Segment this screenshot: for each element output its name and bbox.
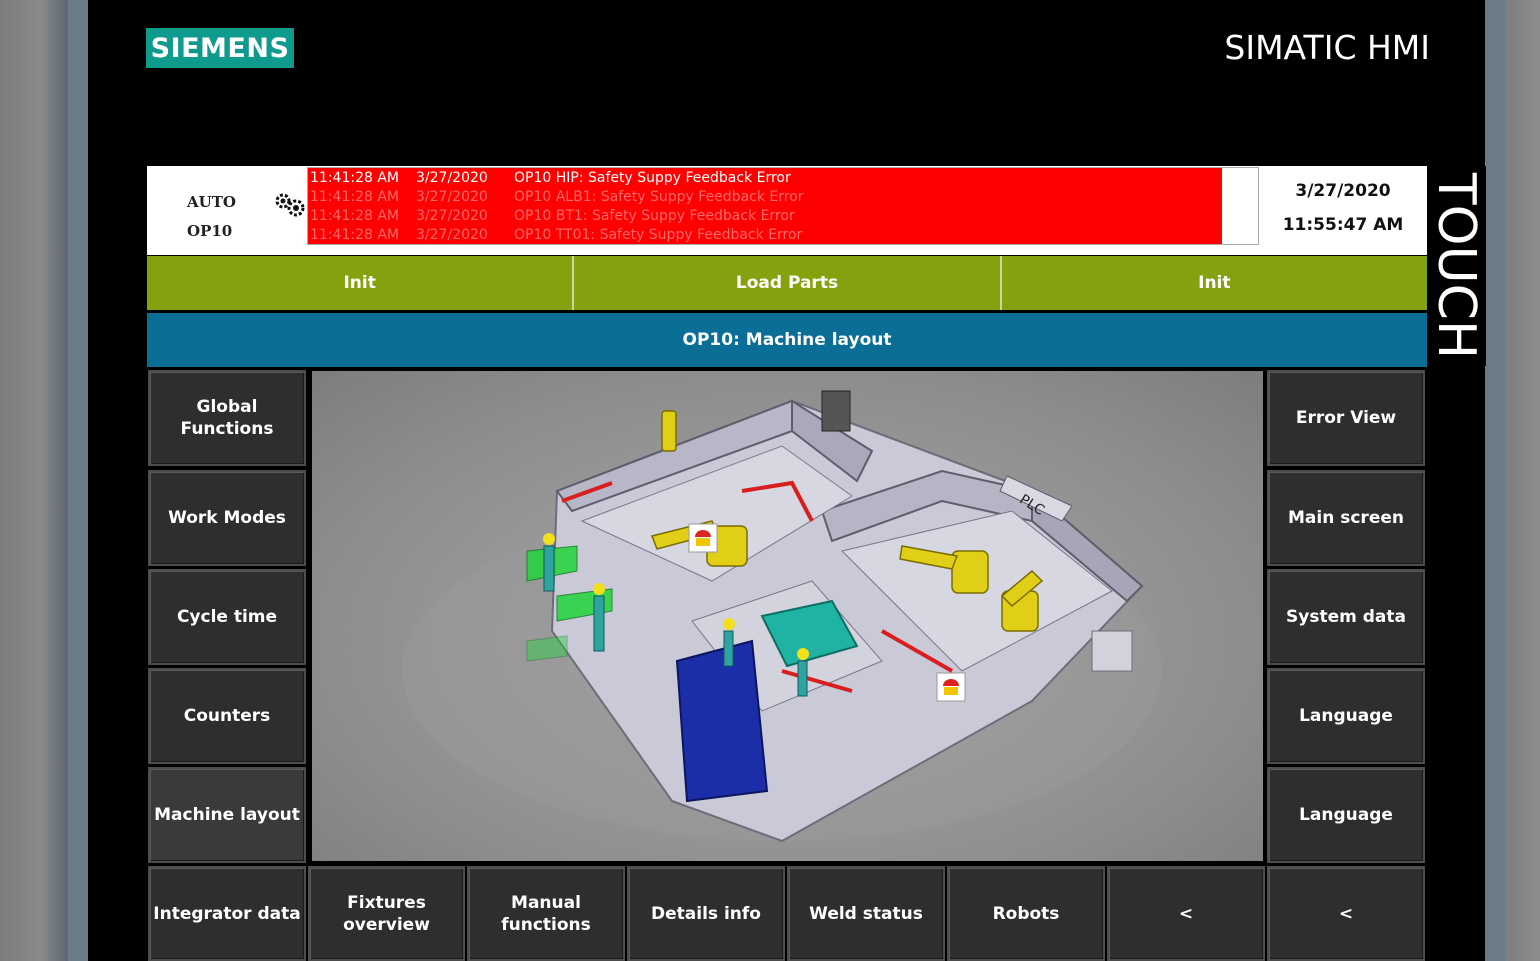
alarm-row[interactable]: 11:41:28 AM 3/27/2020 OP10 ALB1: Safety Su… [310,188,804,207]
machine-layout-view: PLC [312,371,1263,861]
fixtures-overview-button[interactable]: Fixtures overview [308,866,465,961]
system-data-button[interactable]: System data [1267,569,1425,665]
touch-label: TOUCH [1426,166,1486,366]
work-modes-button[interactable]: Work Modes [148,470,306,566]
manual-functions-button[interactable]: Manual functions [467,866,625,961]
date-time-display: 3/27/2020 11:55:47 AM [1259,166,1427,255]
cycle-time-button[interactable]: Cycle time [148,569,306,665]
simatic-hmi-label: SIMATIC HMI [1224,28,1430,67]
weld-status-button[interactable]: Weld status [787,866,945,961]
previous-page-button-2[interactable]: < [1267,866,1425,961]
language-button-2[interactable]: Language [1267,767,1425,863]
error-view-button[interactable]: Error View [1267,370,1425,466]
counters-button[interactable]: Counters [148,668,306,764]
init-button-2[interactable]: Init [1001,256,1427,310]
alarm-list[interactable]: 11:41:28 AM 3/27/2020 OP10 HIP: Safety Sup… [307,167,1259,245]
init-button[interactable]: Init [147,256,575,310]
time-display: 11:55:47 AM [1282,215,1404,235]
alarm-row[interactable]: 11:41:28 AM 3/27/2020 OP10 TT01: Safety Su… [310,226,802,245]
device-bezel-right [1485,0,1540,961]
screen-title: OP10: Machine layout [147,313,1427,367]
siemens-logo: SIEMENS [146,28,294,68]
action-bar: Init Load Parts Init [147,256,1427,310]
station-label: OP10 [187,222,233,240]
robots-button[interactable]: Robots [947,866,1105,961]
mode-indicator: AUTO OP10 [187,188,236,246]
date-display: 3/27/2020 [1295,181,1391,201]
mode-label: AUTO [187,193,236,211]
alarm-row[interactable]: 11:41:28 AM 3/27/2020 OP10 HIP: Safety Sup… [310,169,791,188]
previous-page-button[interactable]: < [1107,866,1265,961]
load-parts-button[interactable]: Load Parts [574,256,1002,310]
global-functions-button[interactable]: Global Functions [148,370,306,466]
main-screen-button[interactable]: Main screen [1267,470,1425,566]
gears-icon [275,193,305,217]
language-button[interactable]: Language [1267,668,1425,764]
alarm-highlight: 11:41:28 AM 3/27/2020 OP10 HIP: Safety Sup… [308,168,1222,244]
status-bar: AUTO OP10 11:41:28 AM 3/27/2020 OP10 HIP: … [147,166,1427,255]
device-bezel-left [0,0,68,961]
alarm-row[interactable]: 11:41:28 AM 3/27/2020 OP10 BT1: Safety Sup… [310,207,795,226]
integrator-data-button[interactable]: Integrator data [148,866,306,961]
device-bezel-strip [68,0,88,961]
machine-layout-button[interactable]: Machine layout [148,767,306,863]
machine-cell-illustration: PLC [402,390,1162,843]
details-info-button[interactable]: Details info [627,866,785,961]
